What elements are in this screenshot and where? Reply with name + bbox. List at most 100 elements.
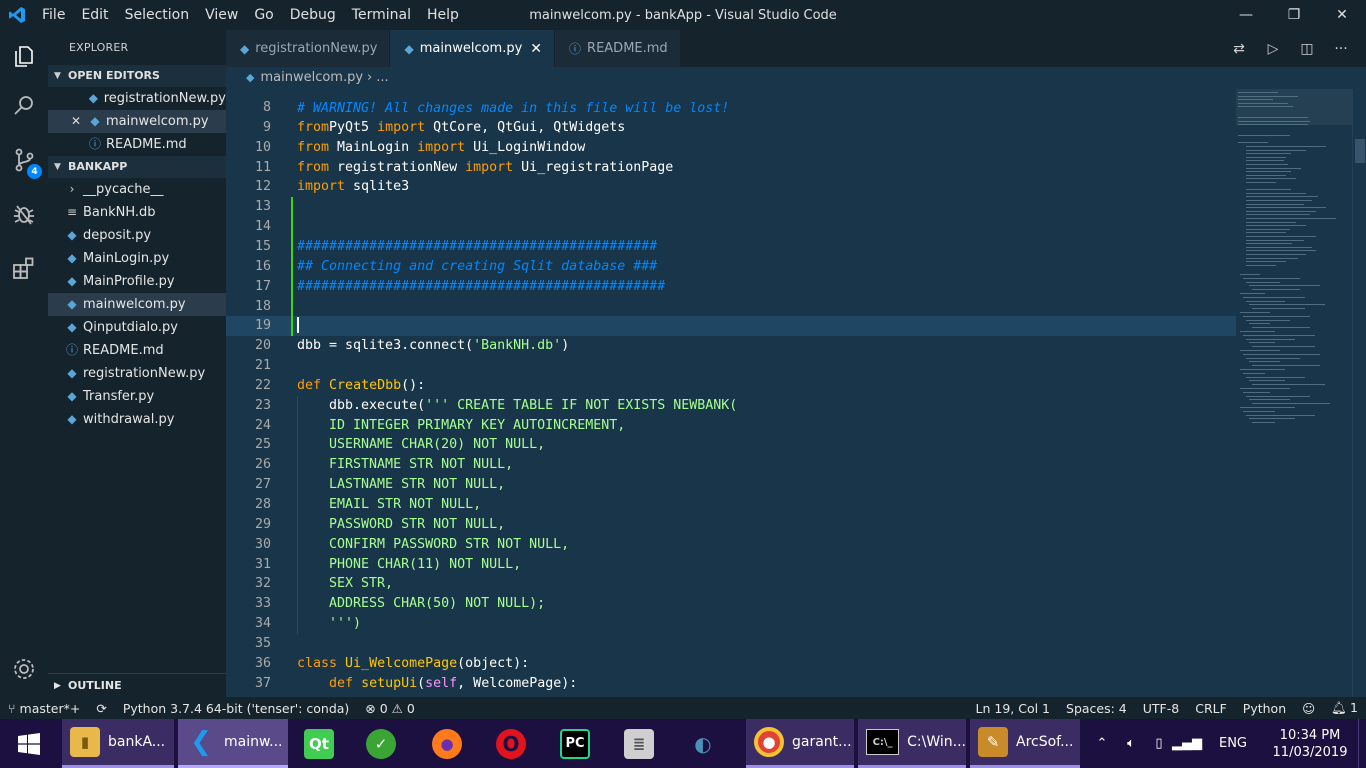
code-line[interactable]: 28 EMAIL STR NOT NULL, (226, 495, 1236, 515)
minimize-button[interactable]: — (1222, 0, 1270, 30)
indentation[interactable]: Spaces: 4 (1058, 701, 1135, 716)
taskbar-app-opera[interactable]: O (488, 719, 542, 768)
menu-edit[interactable]: Edit (73, 0, 116, 30)
code-line[interactable]: 25 USERNAME CHAR(20) NOT NULL, (226, 435, 1236, 455)
sync-icon[interactable]: ⟳ (88, 701, 114, 716)
start-button[interactable] (0, 719, 58, 768)
code-line[interactable]: 19 (226, 316, 1236, 337)
code-line[interactable]: 9 fromPyQt5 import QtCore, QtGui, QtWidge… (226, 118, 1236, 138)
taskbar-app-check[interactable]: ✓ (358, 719, 412, 768)
tab-close-icon[interactable]: ✕ (530, 41, 542, 57)
signal-icon[interactable]: ▂▄▆ (1172, 736, 1202, 751)
code-line[interactable]: 15 ######################################… (226, 237, 1236, 257)
code-line[interactable]: 37 def setupUi(self, WelcomePage): (226, 674, 1236, 694)
file-item[interactable]: ◆ withdrawal.py (48, 408, 226, 431)
open-editors-section[interactable]: ▼ OPEN EDITORS (48, 65, 226, 87)
close-icon[interactable]: ✕ (68, 87, 83, 110)
menu-terminal[interactable]: Terminal (344, 0, 419, 30)
code-line[interactable]: 33 ADDRESS CHAR(50) NOT NULL); (226, 594, 1236, 614)
taskbar-app-chrome[interactable]: ● garant... (746, 719, 854, 768)
open-editor-item[interactable]: ✕ ⓘ README.md (48, 133, 226, 156)
taskbar-app-firefox[interactable]: ● (424, 719, 478, 768)
code-line[interactable]: 10 from MainLogin import Ui_LoginWindow (226, 138, 1236, 158)
notifications[interactable]: 🔔︎ 1 (1323, 700, 1366, 716)
taskbar-app-arcsoft[interactable]: ✎ ArcSof... (970, 719, 1080, 768)
battery-icon[interactable]: ▯ (1146, 736, 1172, 751)
file-item[interactable]: ◆ Qinputdialo.py (48, 316, 226, 339)
explorer-icon[interactable] (0, 32, 48, 80)
code-line[interactable]: 16 ## Connecting and creating Sqlit datab… (226, 257, 1236, 277)
file-item[interactable]: ≡ BankNH.db (48, 201, 226, 224)
search-icon[interactable] (0, 82, 48, 130)
file-item[interactable]: ◆ Transfer.py (48, 385, 226, 408)
code-line[interactable]: 24 ID INTEGER PRIMARY KEY AUTOINCREMENT, (226, 416, 1236, 436)
git-branch[interactable]: ⑂ master*+ (0, 701, 88, 716)
code-line[interactable]: 29 PASSWORD STR NOT NULL, (226, 515, 1236, 535)
code-line[interactable]: 26 FIRSTNAME STR NOT NULL, (226, 455, 1236, 475)
code-line[interactable]: 22 def CreateDbb(): (226, 376, 1236, 396)
code-line[interactable]: 32 SEX STR, (226, 574, 1236, 594)
minimap[interactable] (1236, 89, 1352, 697)
code-line[interactable]: 8 (226, 98, 1236, 118)
chevron-up-icon[interactable]: ⌃ (1092, 736, 1112, 751)
file-item[interactable]: ◆ registrationNew.py (48, 362, 226, 385)
open-editor-item[interactable]: ✕ ◆ registrationNew.py (48, 87, 226, 110)
outline-section[interactable]: ▶ OUTLINE (48, 673, 226, 697)
tab-registrationnew[interactable]: ◆ registrationNew.py (226, 30, 391, 67)
code-line[interactable]: 36 class Ui_WelcomePage(object): (226, 654, 1236, 674)
code-line[interactable]: 12 import sqlite3 (226, 177, 1236, 197)
folder-item[interactable]: › __pycache__ (48, 178, 226, 201)
code-line[interactable]: 27 LASTNAME STR NOT NULL, (226, 475, 1236, 495)
split-editor-icon[interactable]: ◫ (1292, 41, 1322, 57)
taskbar-app-cmd[interactable]: C:\_ C:\Win... (858, 719, 966, 768)
problems-indicator[interactable]: ⊗ 0 ⚠ 0 (357, 701, 423, 716)
file-item[interactable]: ◆ mainwelcom.py (48, 293, 226, 316)
debug-icon[interactable] (0, 190, 48, 238)
taskbar-app-qt[interactable]: Qt (296, 719, 350, 768)
run-icon[interactable]: ▷ (1258, 41, 1288, 57)
settings-gear-icon[interactable] (0, 645, 48, 693)
code-line[interactable]: 17 ######################################… (226, 277, 1236, 297)
clock[interactable]: 10:34 PM 11/03/2019 (1264, 727, 1356, 761)
more-actions-icon[interactable]: ··· (1326, 41, 1356, 57)
taskbar-app-database[interactable]: ≣ (616, 719, 670, 768)
code-line[interactable]: 23 dbb.execute(''' CREATE TABLE IF NOT E… (226, 396, 1236, 416)
breadcrumb-file[interactable]: mainwelcom.py (260, 67, 363, 89)
code-line[interactable]: 35 (226, 634, 1236, 654)
encoding[interactable]: UTF-8 (1135, 701, 1187, 716)
menu-help[interactable]: Help (419, 0, 467, 30)
file-item[interactable]: ◆ MainProfile.py (48, 270, 226, 293)
menu-view[interactable]: View (197, 0, 246, 30)
cursor-position[interactable]: Ln 19, Col 1 (968, 701, 1059, 716)
taskbar-app-vscode[interactable]: ❮ mainw... (178, 719, 288, 768)
scrollbar-thumb[interactable] (1355, 139, 1365, 163)
code-line[interactable]: 30 CONFIRM PASSWORD STR NOT NULL, (226, 535, 1236, 555)
compare-icon[interactable]: ⇄ (1224, 41, 1254, 57)
code-line[interactable]: 31 PHONE CHAR(11) NOT NULL, (226, 555, 1236, 575)
code-line[interactable]: 13 (226, 197, 1236, 217)
language-mode[interactable]: Python (1235, 701, 1294, 716)
feedback-smiley-icon[interactable]: ☺ (1294, 701, 1323, 716)
taskbar-app-pycharm[interactable]: PC (552, 719, 606, 768)
volume-icon[interactable]: 🔈︎ (1116, 736, 1146, 751)
menu-debug[interactable]: Debug (282, 0, 344, 30)
code-editor[interactable]: # WARNING! All changes made in this file… (226, 89, 1366, 697)
code-line[interactable]: 18 (226, 297, 1236, 317)
vertical-scrollbar[interactable] (1352, 89, 1366, 697)
code-line[interactable]: 20 dbb = sqlite3.connect('BankNH.db') (226, 336, 1236, 356)
tab-mainwelcom[interactable]: ◆ mainwelcom.py ✕ (390, 30, 556, 67)
menu-go[interactable]: Go (246, 0, 281, 30)
close-icon[interactable]: ✕ (68, 110, 84, 133)
file-item[interactable]: ◆ MainLogin.py (48, 247, 226, 270)
taskbar-app-explorer[interactable]: ▮ bankA... (62, 719, 174, 768)
menu-selection[interactable]: Selection (117, 0, 198, 30)
show-desktop-button[interactable] (1358, 719, 1366, 768)
language-indicator[interactable]: ENG (1210, 736, 1256, 751)
code-line[interactable]: 11 from registrationNew import Ui_registr… (226, 158, 1236, 178)
python-interpreter[interactable]: Python 3.7.4 64-bit ('tenser': conda) (115, 701, 357, 716)
file-item[interactable]: ⓘ README.md (48, 339, 226, 362)
restore-button[interactable]: ❐ (1270, 0, 1318, 30)
extensions-icon[interactable] (0, 244, 48, 292)
close-window-button[interactable]: ✕ (1318, 0, 1366, 30)
taskbar-app-mysql[interactable]: ◐ (680, 719, 734, 768)
